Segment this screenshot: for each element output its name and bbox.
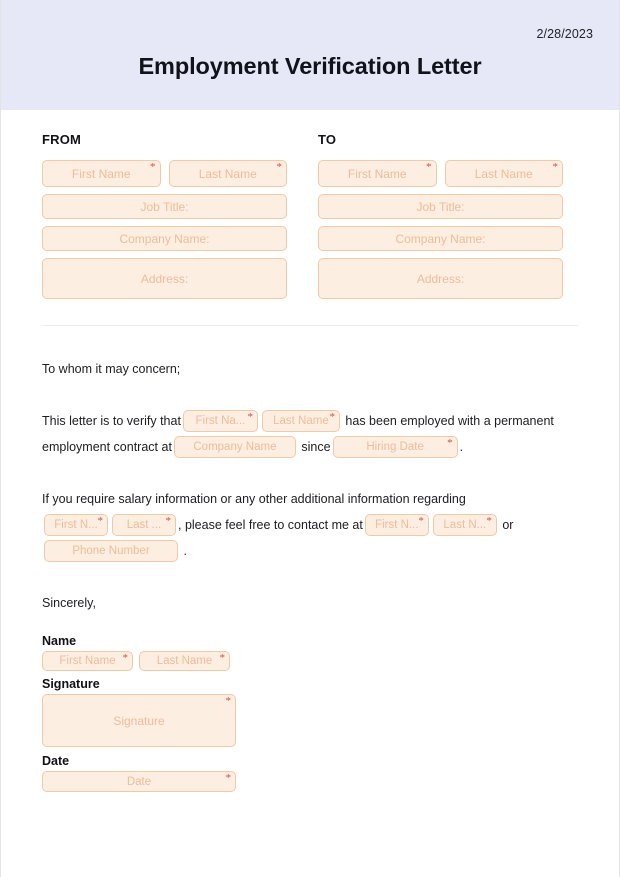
from-company-name-placeholder: Company Name:: [119, 231, 210, 246]
address-columns: FROM First Name * Last Name * Job Title:…: [42, 110, 578, 299]
to-company-name-placeholder: Company Name:: [395, 231, 486, 246]
from-last-name-placeholder: Last Name: [198, 166, 257, 181]
signature-name-row: First Name * Last Name *: [42, 651, 578, 671]
verify-text-employed: has been employed with a permanent: [345, 414, 554, 428]
verify-text-period: .: [459, 440, 464, 454]
inline-phone-number-placeholder: Phone Number: [72, 544, 150, 557]
signature-first-name-field[interactable]: First Name *: [42, 651, 133, 671]
from-first-name-placeholder: First Name: [71, 166, 131, 181]
required-asterisk: *: [225, 695, 232, 707]
inline-hiring-date-field[interactable]: Hiring Date *: [332, 435, 458, 458]
name-label: Name: [42, 634, 77, 648]
from-name-row: First Name * Last Name *: [42, 160, 287, 187]
inline-first-name-field[interactable]: First Na... *: [182, 409, 258, 432]
from-fields: First Name * Last Name * Job Title: Comp…: [42, 160, 287, 299]
signature-date-field[interactable]: Date *: [42, 771, 236, 792]
from-last-name-field[interactable]: Last Name *: [168, 160, 287, 187]
document-header: 2/28/2023 Employment Verification Letter: [1, 0, 619, 110]
document-body: FROM First Name * Last Name * Job Title:…: [1, 110, 619, 792]
from-job-title-field[interactable]: Job Title:: [42, 194, 287, 219]
inline-contact-last-name-field[interactable]: Last N... *: [432, 513, 497, 536]
to-section: TO First Name * Last Name * Job Title: C…: [318, 132, 563, 299]
inline-regarding-last-name-placeholder: Last ...: [126, 518, 162, 531]
contact-text-or: or: [502, 518, 514, 532]
signature-last-name-placeholder: Last Name: [156, 655, 213, 667]
inline-regarding-first-name-field[interactable]: First N... *: [44, 513, 108, 536]
verify-text-contract: employment contract at: [42, 440, 172, 454]
inline-hiring-date-placeholder: Hiring Date: [366, 440, 424, 453]
required-asterisk: *: [150, 161, 156, 173]
to-last-name-field[interactable]: Last Name *: [444, 160, 563, 187]
inline-regarding-last-name-field[interactable]: Last ... *: [112, 513, 176, 536]
to-fields: First Name * Last Name * Job Title: Comp…: [318, 160, 563, 299]
to-first-name-field[interactable]: First Name *: [318, 160, 437, 187]
required-asterisk: *: [97, 514, 104, 527]
required-asterisk: *: [329, 410, 335, 423]
contact-paragraph: If you require salary information or any…: [42, 486, 578, 564]
inline-last-name-field[interactable]: Last Name *: [261, 409, 340, 432]
to-company-name-field[interactable]: Company Name:: [318, 226, 563, 251]
signature-placeholder: Signature: [113, 713, 165, 728]
page-title: Employment Verification Letter: [138, 53, 482, 79]
contact-text-middle: , please feel free to contact me at: [178, 518, 363, 532]
required-asterisk: *: [418, 514, 424, 527]
contact-text-start: If you require salary information or any…: [42, 492, 466, 506]
salutation-text: To whom it may concern;: [42, 362, 181, 376]
signature-date-placeholder: Date: [126, 775, 152, 788]
to-first-name-placeholder: First Name: [347, 166, 407, 181]
inline-regarding-first-name-placeholder: First N...: [54, 518, 98, 531]
date-label: Date: [42, 754, 70, 768]
inline-first-name-placeholder: First Na...: [195, 414, 246, 427]
from-address-field[interactable]: Address:: [42, 258, 287, 299]
inline-company-name-field[interactable]: Company Name: [173, 435, 296, 458]
from-label: FROM: [42, 132, 82, 147]
required-asterisk: *: [426, 161, 432, 173]
signature-block: Name First Name * Last Name * Signature …: [42, 616, 578, 792]
signature-field[interactable]: Signature *: [42, 694, 236, 747]
signature-first-name-placeholder: First Name: [59, 655, 116, 667]
required-asterisk: *: [247, 410, 253, 423]
required-asterisk: *: [552, 161, 559, 173]
from-first-name-field[interactable]: First Name *: [42, 160, 161, 187]
signature-last-name-field[interactable]: Last Name *: [139, 651, 230, 671]
required-asterisk: *: [447, 436, 453, 449]
to-job-title-placeholder: Job Title:: [416, 199, 465, 214]
verify-text-start: This letter is to verify that: [42, 414, 181, 428]
document-page: 2/28/2023 Employment Verification Letter…: [0, 0, 620, 877]
required-asterisk: *: [486, 514, 492, 527]
required-asterisk: *: [165, 514, 172, 527]
inline-company-name-placeholder: Company Name: [193, 440, 277, 453]
to-label: TO: [318, 132, 337, 147]
to-address-field[interactable]: Address:: [318, 258, 563, 299]
closing-text: Sincerely,: [42, 596, 96, 610]
inline-contact-first-name-field[interactable]: First N... *: [364, 513, 429, 536]
from-section: FROM First Name * Last Name * Job Title:…: [42, 132, 287, 299]
to-name-row: First Name * Last Name *: [318, 160, 563, 187]
contact-text-period: .: [183, 544, 187, 558]
inline-phone-number-field[interactable]: Phone Number: [44, 539, 178, 562]
inline-contact-last-name-placeholder: Last N...: [443, 518, 487, 531]
verification-paragraph: This letter is to verify that First Na...…: [42, 408, 578, 460]
inline-contact-first-name-placeholder: First N...: [375, 518, 419, 531]
required-asterisk: *: [219, 652, 226, 664]
to-address-placeholder: Address:: [416, 271, 465, 286]
verify-text-since: since: [301, 440, 331, 454]
letter-body: To whom it may concern; This letter is t…: [42, 326, 578, 616]
to-last-name-placeholder: Last Name: [474, 166, 533, 181]
from-address-placeholder: Address:: [140, 271, 189, 286]
required-asterisk: *: [225, 772, 232, 784]
from-company-name-field[interactable]: Company Name:: [42, 226, 287, 251]
required-asterisk: *: [276, 161, 283, 173]
signature-label: Signature: [42, 677, 100, 691]
header-date: 2/28/2023: [536, 27, 593, 41]
inline-last-name-placeholder: Last Name: [273, 414, 329, 427]
from-job-title-placeholder: Job Title:: [140, 199, 189, 214]
to-job-title-field[interactable]: Job Title:: [318, 194, 563, 219]
required-asterisk: *: [122, 652, 129, 664]
